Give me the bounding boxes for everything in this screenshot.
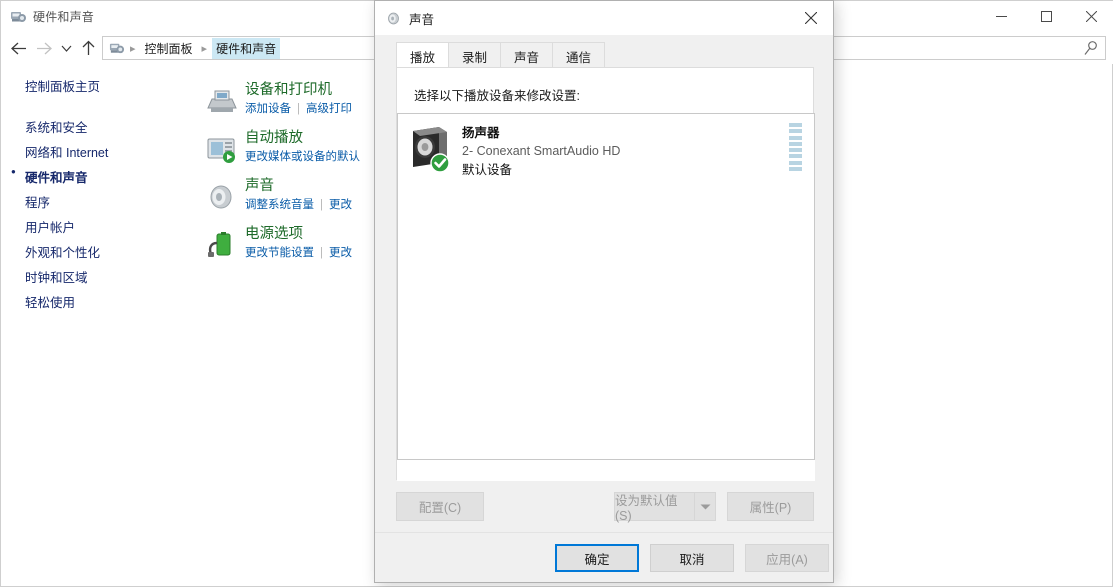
list-item[interactable]: 扬声器 2- Conexant SmartAudio HD 默认设备 [398, 114, 814, 186]
meter-segment [789, 148, 802, 153]
apply-button[interactable]: 应用(A) [745, 544, 829, 572]
dialog-divider [375, 532, 833, 533]
link-separator: | [320, 199, 323, 211]
meter-segment [789, 129, 802, 134]
sidebar-item-appearance[interactable]: 外观和个性化 [1, 239, 199, 264]
link-adjust-volume[interactable]: 调整系统音量 [245, 199, 314, 211]
properties-button[interactable]: 属性(P) [727, 492, 814, 521]
device-name: 扬声器 [462, 126, 500, 140]
panel-instruction-label: 选择以下播放设备来修改设置: [414, 89, 580, 103]
volume-meter [789, 123, 802, 171]
tab-communications[interactable]: 通信 [552, 42, 606, 67]
tab-sounds[interactable]: 声音 [500, 42, 554, 67]
link-change-media-defaults[interactable]: 更改媒体或设备的默认 [245, 151, 360, 163]
speaker-device-icon [407, 123, 453, 173]
set-default-dropdown-icon[interactable] [694, 492, 716, 521]
tab-recording[interactable]: 录制 [448, 42, 502, 67]
ok-button[interactable]: 确定 [555, 544, 639, 572]
meter-segment [789, 141, 802, 146]
dialog-action-buttons: 配置(C) 设为默认值(S) 属性(P) [396, 492, 814, 523]
device-status: 默认设备 [462, 163, 513, 177]
tab-panel-playback: 选择以下播放设备来修改设置: 扬声器 2- Conexant SmartAudi… [396, 67, 815, 481]
up-button[interactable] [75, 33, 101, 63]
device-list-box[interactable]: 扬声器 2- Conexant SmartAudio HD 默认设备 [397, 113, 815, 460]
close-button[interactable] [1069, 1, 1113, 32]
sidebar-item-network-internet[interactable]: 网络和 Internet [1, 139, 199, 164]
breadcrumb-root-icon [108, 40, 125, 57]
meter-segment [789, 123, 802, 127]
window-controls [979, 1, 1113, 32]
search-icon[interactable] [1083, 40, 1099, 62]
link-separator: | [320, 247, 323, 259]
device-subtitle: 2- Conexant SmartAudio HD [462, 144, 621, 158]
hardware-sound-icon [9, 8, 27, 26]
category-links: 添加设备 | 高级打印 [245, 101, 352, 118]
window-title: 硬件和声音 [33, 10, 95, 24]
maximize-button[interactable] [1024, 1, 1069, 32]
device-list[interactable]: 扬声器 2- Conexant SmartAudio HD 默认设备 [397, 113, 815, 481]
link-add-device[interactable]: 添加设备 [245, 103, 291, 115]
breadcrumb-separator: ▸ [201, 42, 208, 55]
tab-playback[interactable]: 播放 [396, 42, 450, 67]
category-title[interactable]: 声音 [245, 177, 352, 195]
dialog-footer-buttons: 确定 取消 应用(A) [375, 544, 833, 584]
sidebar-item-home[interactable]: 控制面板主页 [1, 73, 199, 98]
configure-button[interactable]: 配置(C) [396, 492, 484, 521]
sidebar-item-user-accounts[interactable]: 用户帐户 [1, 214, 199, 239]
sound-dialog: 声音 播放 录制 声音 通信 选择以下播放设备来修改设置: 扬声器 2- Con… [374, 0, 834, 583]
dialog-title: 声音 [409, 12, 435, 27]
category-title[interactable]: 自动播放 [245, 129, 360, 147]
link-change-power[interactable]: 更改 [329, 247, 352, 259]
sidebar: 控制面板主页 系统和安全 网络和 Internet 硬件和声音 程序 用户帐户 … [1, 73, 199, 573]
sidebar-item-programs[interactable]: 程序 [1, 189, 199, 214]
link-separator: | [297, 103, 300, 115]
autoplay-icon [199, 127, 245, 171]
set-default-button[interactable]: 设为默认值(S) [614, 492, 694, 523]
category-title[interactable]: 电源选项 [245, 225, 352, 243]
dialog-titlebar: 声音 [375, 1, 833, 35]
link-change-sound[interactable]: 更改 [329, 199, 352, 211]
printer-icon [199, 79, 245, 123]
back-button[interactable] [5, 33, 31, 63]
link-advanced-printer[interactable]: 高级打印 [306, 103, 352, 115]
forward-button[interactable] [31, 33, 57, 63]
breadcrumb-separator: ▸ [130, 42, 136, 55]
meter-segment [789, 154, 802, 159]
meter-segment [789, 166, 802, 171]
meter-segment [789, 160, 802, 165]
meter-segment [789, 135, 802, 140]
sidebar-item-system-security[interactable]: 系统和安全 [1, 114, 199, 139]
category-links: 调整系统音量 | 更改 [245, 197, 352, 214]
breadcrumb-control-panel[interactable]: 控制面板 [141, 38, 197, 59]
sidebar-item-hardware-sound[interactable]: 硬件和声音 [1, 164, 199, 189]
dialog-close-icon[interactable] [788, 1, 833, 35]
cancel-button[interactable]: 取消 [650, 544, 734, 572]
minimize-button[interactable] [979, 1, 1024, 32]
link-change-power-saving[interactable]: 更改节能设置 [245, 247, 314, 259]
battery-icon [199, 223, 245, 267]
category-links: 更改节能设置 | 更改 [245, 245, 352, 262]
sidebar-item-clock-region[interactable]: 时钟和区域 [1, 264, 199, 289]
dialog-tabs: 播放 录制 声音 通信 [396, 42, 606, 67]
sidebar-item-ease-of-access[interactable]: 轻松使用 [1, 289, 199, 314]
breadcrumb-hardware-sound[interactable]: 硬件和声音 [212, 37, 281, 59]
speaker-small-icon [385, 10, 401, 26]
category-links: 更改媒体或设备的默认 [245, 149, 360, 166]
category-title[interactable]: 设备和打印机 [245, 81, 352, 99]
recent-locations-button[interactable] [57, 33, 75, 63]
device-info: 扬声器 2- Conexant SmartAudio HD 默认设备 [462, 123, 620, 179]
speaker-icon [199, 175, 245, 219]
